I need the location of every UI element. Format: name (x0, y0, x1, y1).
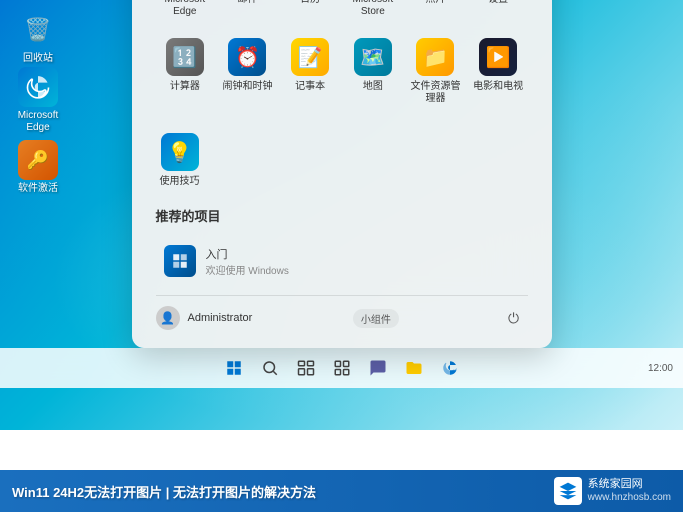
power-button[interactable]: ⏻ (499, 304, 527, 332)
recycle-bin-icon: 🗑️ (18, 10, 58, 50)
pinned-apps-grid: Microsoft Edge ✉️ 邮件 📅 日历 Microsoft Stor… (156, 0, 528, 113)
app-notepad[interactable]: 📝 记事本 (281, 30, 340, 113)
task-view-button[interactable] (290, 352, 322, 384)
app-edge[interactable]: Microsoft Edge (156, 0, 215, 26)
store-app-label: Microsoft Store (348, 0, 399, 18)
edge-app-label: Microsoft Edge (160, 0, 211, 18)
calendar-app-label: 日历 (300, 0, 320, 6)
app-movies[interactable]: ▶️ 电影和电视 (469, 30, 528, 113)
clock-app-icon: ⏰ (228, 38, 266, 76)
app-store[interactable]: Microsoft Store (344, 0, 403, 26)
recommended-title: 推荐的项目 (156, 206, 221, 225)
desktop: 🗑️ 回收站 MicrosoftEdge 🔑 软件激活 🔍 在此键入以搜索 已固… (0, 0, 683, 430)
app-file-explorer[interactable]: 📁 文件资源管理器 (406, 30, 465, 113)
logo-domain: www.hnzhosb.com (588, 492, 671, 504)
edge-label: MicrosoftEdge (18, 110, 59, 134)
settings-app-label: 设置 (488, 0, 508, 6)
maps-app-label: 地图 (363, 81, 383, 93)
desktop-icon-activation[interactable]: 🔑 软件激活 (8, 140, 68, 195)
widget-label: 小组件 (361, 315, 391, 326)
app-photos[interactable]: 🖼️ 照片 (406, 0, 465, 26)
edge-icon (18, 67, 58, 107)
get-started-icon (164, 245, 196, 277)
site-logo: 系统家园网 www.hnzhosb.com (554, 477, 671, 505)
movies-app-icon: ▶️ (479, 38, 517, 76)
photos-app-label: 照片 (425, 0, 445, 6)
logo-text: 系统家园网 www.hnzhosb.com (588, 478, 671, 503)
taskbar-center (218, 352, 466, 384)
user-profile[interactable]: 👤 Administrator (156, 306, 253, 330)
username-label: Administrator (188, 312, 253, 324)
app-mail[interactable]: ✉️ 邮件 (218, 0, 277, 26)
desktop-icon-edge[interactable]: MicrosoftEdge (8, 67, 68, 134)
file-explorer-taskbar-button[interactable] (398, 352, 430, 384)
movies-app-label: 电影和电视 (473, 81, 523, 93)
taskbar: 12:00 (0, 348, 683, 388)
user-avatar: 👤 (156, 306, 180, 330)
start-menu-footer: 👤 Administrator 小组件 ⏻ (156, 295, 528, 332)
recommended-section: 推荐的项目 入门 欢迎使用 Windows (156, 206, 528, 285)
file-explorer-app-label: 文件资源管理器 (410, 81, 461, 105)
widget-bar: 小组件 (353, 309, 399, 328)
banner-title: Win11 24H2无法打开图片 | 无法打开图片的解决方法 (12, 482, 316, 501)
taskbar-right: 12:00 (648, 363, 673, 374)
recommended-header: 推荐的项目 (156, 206, 528, 225)
calculator-app-icon: 🔢 (166, 38, 204, 76)
app-calculator[interactable]: 🔢 计算器 (156, 30, 215, 113)
logo-icon (554, 477, 582, 505)
app-clock[interactable]: ⏰ 闹钟和时钟 (218, 30, 277, 113)
search-taskbar-button[interactable] (254, 352, 286, 384)
recycle-bin-label: 回收站 (23, 53, 53, 65)
mail-app-label: 邮件 (237, 0, 257, 6)
app-calendar[interactable]: 📅 日历 (281, 0, 340, 26)
desktop-icon-recycle[interactable]: 🗑️ 回收站 (8, 10, 68, 65)
notepad-app-icon: 📝 (291, 38, 329, 76)
widgets-button[interactable] (326, 352, 358, 384)
recommended-item-get-started[interactable]: 入门 欢迎使用 Windows (156, 237, 528, 285)
app-tips[interactable]: 💡 使用技巧 (156, 125, 204, 196)
clock-app-label: 闹钟和时钟 (222, 81, 272, 93)
edge-taskbar-button[interactable] (434, 352, 466, 384)
activation-label: 软件激活 (18, 183, 58, 195)
maps-app-icon: 🗺️ (354, 38, 392, 76)
start-menu: 🔍 在此键入以搜索 已固定 所有应用 › Microsoft Edge ✉️ 邮… (132, 0, 552, 348)
activation-icon: 🔑 (18, 140, 58, 180)
calculator-app-label: 计算器 (170, 81, 200, 93)
get-started-subtitle: 欢迎使用 Windows (206, 262, 289, 277)
app-settings[interactable]: ⚙️ 设置 (469, 0, 528, 26)
bottom-banner: Win11 24H2无法打开图片 | 无法打开图片的解决方法 系统家园网 www… (0, 470, 683, 512)
tips-app-label: 使用技巧 (160, 176, 200, 188)
notepad-app-label: 记事本 (295, 81, 325, 93)
start-button[interactable] (218, 352, 250, 384)
logo-site-name: 系统家园网 (588, 478, 671, 491)
get-started-title: 入门 (206, 246, 289, 262)
file-explorer-app-icon: 📁 (416, 38, 454, 76)
chat-button[interactable] (362, 352, 394, 384)
get-started-text: 入门 欢迎使用 Windows (206, 246, 289, 277)
app-maps[interactable]: 🗺️ 地图 (344, 30, 403, 113)
tips-app-icon: 💡 (161, 133, 199, 171)
